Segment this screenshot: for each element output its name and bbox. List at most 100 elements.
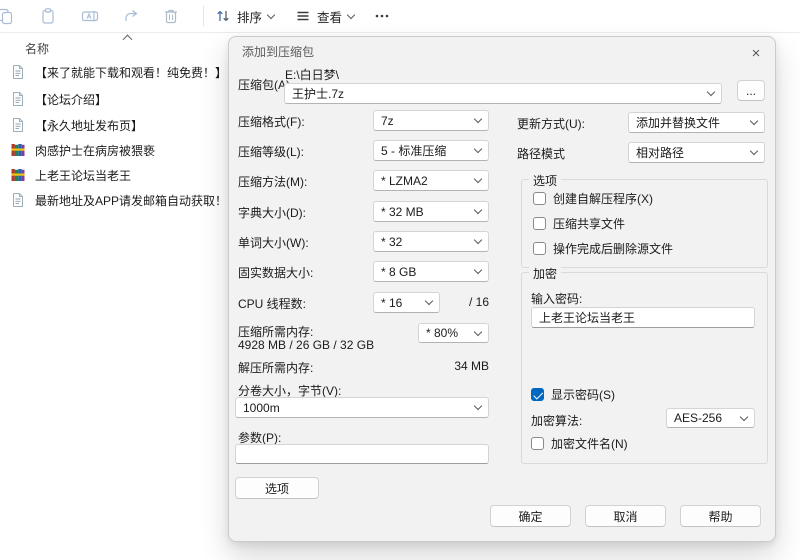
checkbox-icon: [533, 242, 546, 255]
file-name: 【论坛介绍】: [35, 92, 108, 107]
word-size-label: 单词大小(W):: [238, 236, 309, 250]
help-button[interactable]: 帮助: [680, 505, 761, 527]
column-header-name[interactable]: 名称: [25, 40, 49, 57]
chevron-down-icon: [473, 205, 483, 215]
method-label: 压缩方法(M):: [238, 175, 308, 189]
options-group-title: 选项: [529, 172, 562, 189]
file-name: 上老王论坛当老王: [35, 168, 132, 183]
more-options-button[interactable]: [366, 3, 398, 29]
decompress-memory-value: 34 MB: [454, 359, 489, 373]
file-row[interactable]: 【永久地址发布页】: [10, 114, 143, 136]
chevron-down-icon: [739, 412, 749, 421]
archive-label: 压缩包(A): [238, 78, 290, 92]
chevron-down-icon: [473, 144, 483, 154]
archive-name-combo[interactable]: 王护士.7z: [284, 83, 722, 104]
sort-ascending-icon[interactable]: [122, 34, 133, 45]
method-combo[interactable]: * LZMA2: [373, 170, 489, 191]
combo-value: * 32: [381, 234, 403, 249]
checkbox-icon: [531, 388, 544, 401]
password-input[interactable]: [531, 307, 755, 328]
share-icon[interactable]: [122, 7, 140, 25]
view-button-label: 查看: [317, 10, 343, 25]
view-lines-icon: [297, 11, 309, 21]
compress-shared-checkbox[interactable]: 压缩共享文件: [533, 215, 625, 232]
volume-size-combo[interactable]: 1000m: [235, 397, 489, 418]
close-icon[interactable]: ×: [746, 43, 766, 63]
browse-button[interactable]: ...: [737, 80, 765, 101]
file-row[interactable]: 肉感护士在病房被猥亵: [10, 139, 155, 161]
paste-icon[interactable]: [39, 7, 57, 25]
checkbox-label: 压缩共享文件: [553, 217, 626, 231]
file-row[interactable]: 上老王论坛当老王: [10, 164, 131, 186]
sort-button[interactable]: 排序: [208, 3, 281, 29]
rename-icon[interactable]: [81, 7, 99, 25]
path-mode-combo[interactable]: 相对路径: [628, 142, 765, 163]
word-size-combo[interactable]: * 32: [373, 231, 489, 252]
checkbox-label: 加密文件名(N): [551, 437, 628, 451]
checkbox-label: 创建自解压程序(X): [553, 192, 653, 206]
text-file-icon: [13, 65, 23, 79]
solid-size-label: 固实数据大小:: [238, 266, 314, 280]
chevron-down-icon: [473, 174, 483, 184]
chevron-down-icon: [473, 265, 483, 275]
level-combo[interactable]: 5 - 标准压缩: [373, 140, 489, 161]
options-button[interactable]: 选项: [235, 477, 319, 499]
file-name: 【来了就能下载和观看！纯免费！】: [35, 65, 228, 80]
add-to-archive-dialog: 添加到压缩包 × 压缩包(A) E:\白日梦\ 王护士.7z ... 压缩格式(…: [228, 36, 776, 542]
solid-size-combo[interactable]: * 8 GB: [373, 261, 489, 282]
combo-value: * 32 MB: [381, 204, 424, 219]
text-file-icon: [13, 92, 23, 106]
archive-file-icon: [11, 169, 25, 181]
chevron-down-icon: [424, 296, 434, 306]
chevron-down-icon: [346, 10, 356, 19]
combo-value: * 16: [381, 295, 403, 310]
ok-button[interactable]: 确定: [490, 505, 571, 527]
cancel-button[interactable]: 取消: [585, 505, 666, 527]
chevron-down-icon: [473, 401, 483, 411]
dictionary-combo[interactable]: * 32 MB: [373, 201, 489, 222]
chevron-down-icon: [706, 87, 716, 97]
format-combo[interactable]: 7z: [373, 110, 489, 131]
update-mode-label: 更新方式(U):: [517, 117, 585, 131]
update-mode-combo[interactable]: 添加并替换文件: [628, 112, 765, 133]
memory-percent-combo[interactable]: * 80%: [418, 323, 489, 343]
chevron-down-icon: [749, 116, 759, 126]
cpu-threads-label: CPU 线程数:: [238, 297, 307, 311]
ellipsis-icon: [375, 14, 389, 18]
combo-value: * LZMA2: [381, 173, 428, 188]
sort-arrows-icon: [217, 11, 229, 21]
combo-value: 5 - 标准压缩: [381, 144, 447, 158]
dictionary-label: 字典大小(D):: [238, 206, 306, 220]
file-name: 【永久地址发布页】: [35, 118, 144, 133]
cpu-threads-combo[interactable]: * 16: [373, 292, 440, 313]
checkbox-label: 显示密码(S): [551, 388, 615, 402]
path-mode-label: 路径模式: [517, 147, 566, 161]
chevron-down-icon: [473, 235, 483, 245]
encryption-method-combo[interactable]: AES-256: [666, 408, 755, 428]
decompress-memory-label: 解压所需内存:: [238, 361, 314, 375]
parameters-input[interactable]: [235, 444, 489, 464]
explorer-toolbar: 排序 查看: [0, 0, 800, 33]
checkbox-label: 操作完成后删除源文件: [553, 242, 674, 256]
combo-value: 7z: [381, 113, 394, 128]
view-button[interactable]: 查看: [288, 3, 361, 29]
chevron-down-icon: [473, 114, 483, 124]
combo-value: 相对路径: [636, 146, 685, 160]
delete-after-checkbox[interactable]: 操作完成后删除源文件: [533, 240, 673, 257]
create-sfx-checkbox[interactable]: 创建自解压程序(X): [533, 190, 653, 207]
file-name: 最新地址及APP请发邮箱自动获取！！！: [35, 193, 252, 208]
combo-value: 1000m: [243, 400, 280, 415]
memory-usage-detail: 4928 MB / 26 GB / 32 GB: [238, 338, 375, 352]
file-row[interactable]: 【论坛介绍】: [10, 88, 107, 110]
delete-icon[interactable]: [162, 7, 180, 25]
file-row[interactable]: 最新地址及APP请发邮箱自动获取！！！: [10, 189, 251, 211]
sort-button-label: 排序: [237, 10, 263, 25]
encrypt-filenames-checkbox[interactable]: 加密文件名(N): [531, 435, 628, 452]
file-row[interactable]: 【来了就能下载和观看！纯免费！】: [10, 61, 227, 83]
text-file-icon: [13, 118, 23, 132]
encryption-method-label: 加密算法:: [531, 414, 583, 428]
copy-icon[interactable]: [0, 7, 14, 25]
checkbox-icon: [531, 437, 544, 450]
encryption-group-title: 加密: [529, 265, 562, 282]
show-password-checkbox[interactable]: 显示密码(S): [531, 386, 615, 403]
